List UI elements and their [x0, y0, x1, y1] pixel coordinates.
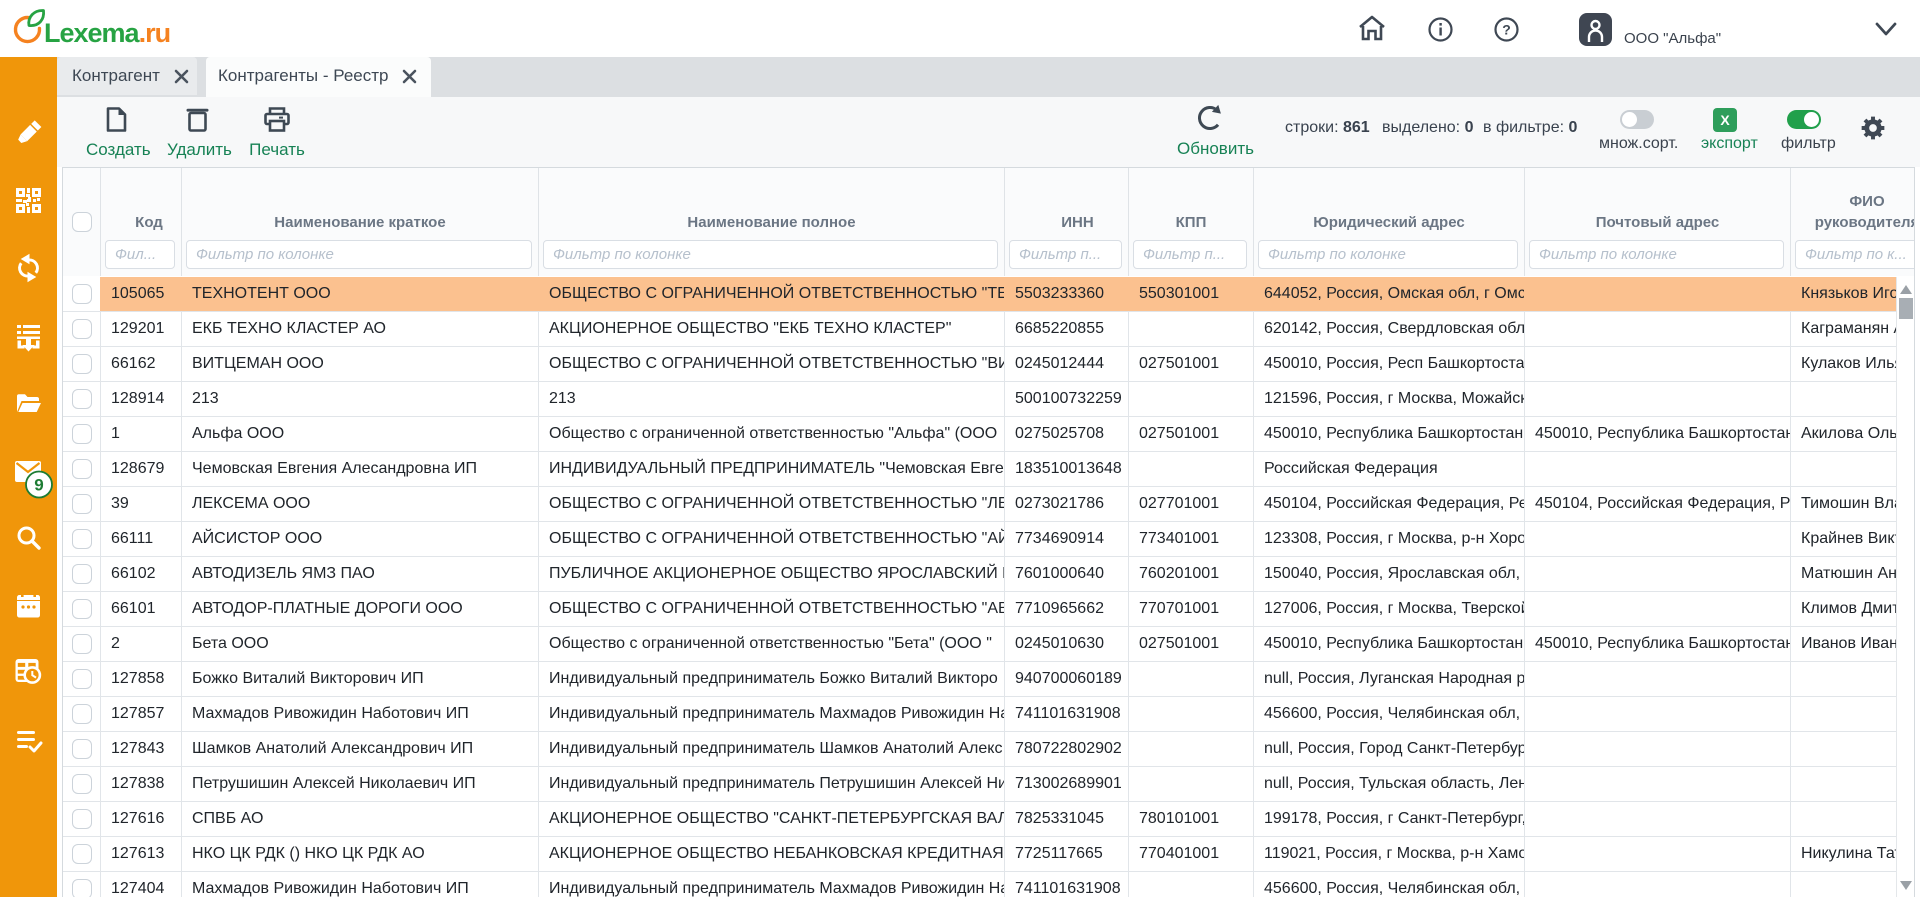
svg-text:X: X	[1720, 112, 1730, 128]
svg-text:?: ?	[1502, 22, 1511, 38]
svg-text:Lexema.ru: Lexema.ru	[44, 18, 170, 48]
svg-text:9: 9	[34, 476, 43, 495]
